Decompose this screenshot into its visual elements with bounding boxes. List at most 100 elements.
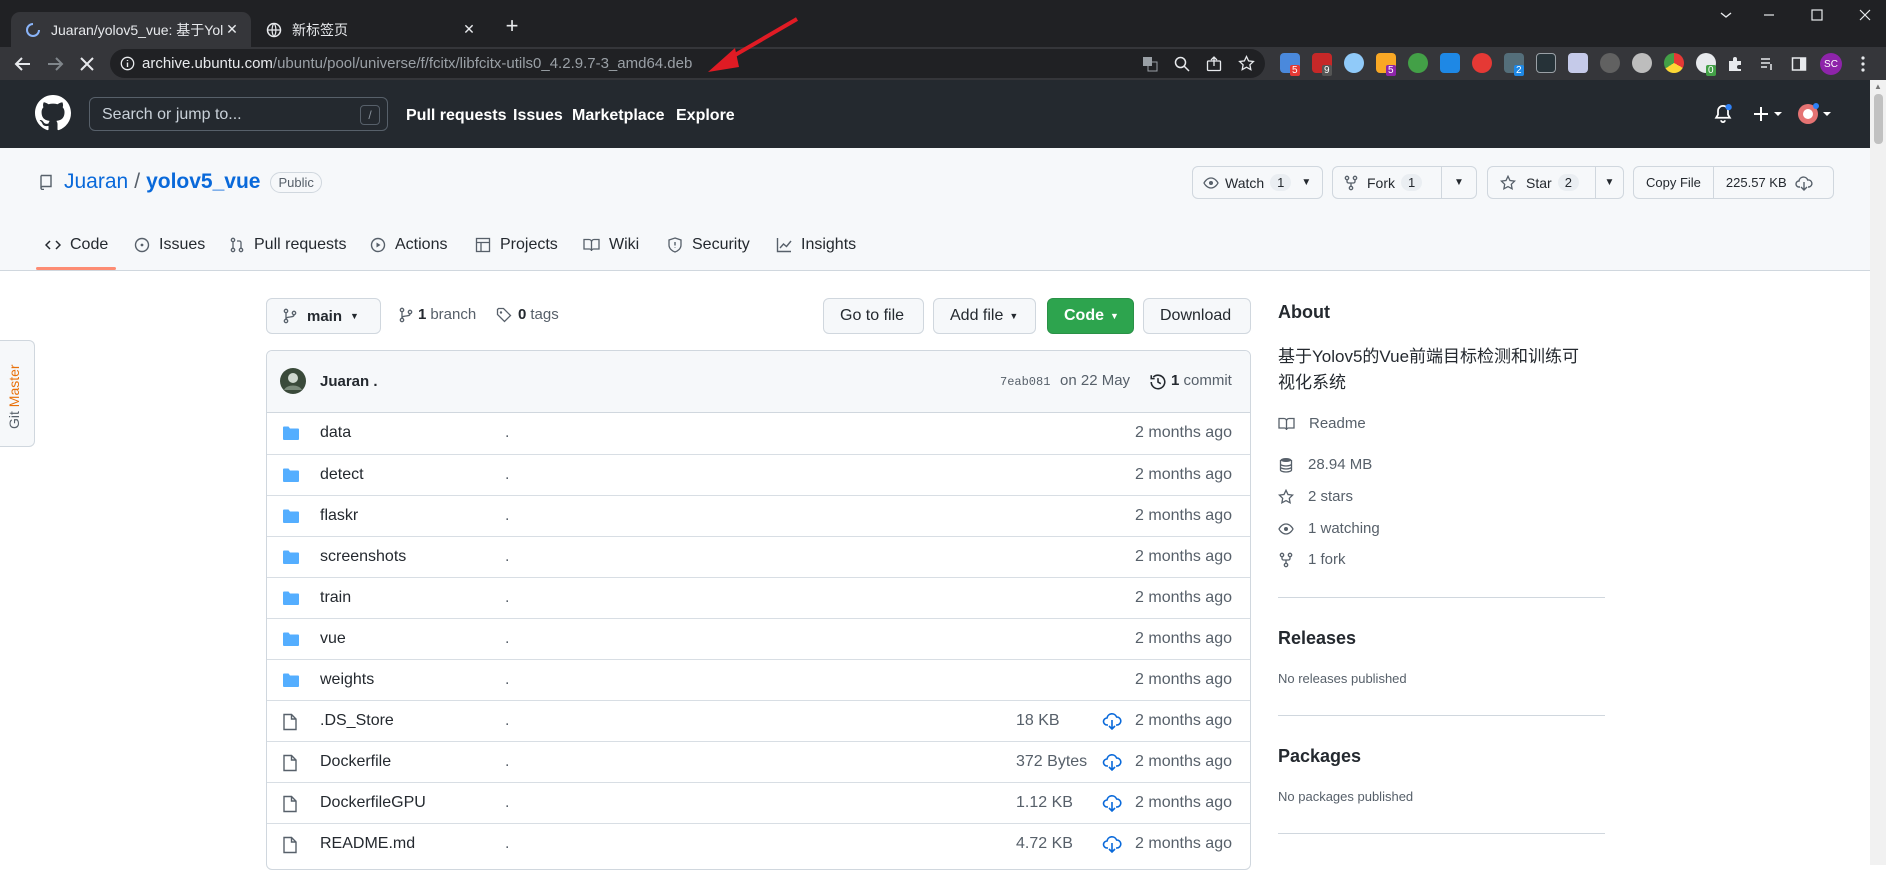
file-row[interactable]: README.md. 4.72 KB 2 months ago (267, 823, 1250, 864)
file-name[interactable]: README.md (320, 835, 415, 853)
nav-pull-requests[interactable]: Pull requests (406, 107, 506, 125)
forward-icon[interactable] (44, 53, 66, 75)
commits-link[interactable]: 1 commit (1171, 372, 1232, 389)
file-name[interactable]: data (320, 424, 351, 442)
commit-hash[interactable]: 7eab081 (1000, 375, 1050, 389)
download-cloud-icon[interactable] (1102, 835, 1122, 853)
tab-security[interactable]: Security (667, 234, 750, 256)
back-icon[interactable] (12, 53, 34, 75)
commit-message[interactable]: . (505, 507, 509, 525)
file-name[interactable]: weights (320, 671, 374, 689)
address-bar[interactable]: archive.ubuntu.com/ubuntu/pool/universe/… (110, 49, 1265, 78)
file-name[interactable]: DockerfileGPU (320, 794, 426, 812)
file-name[interactable]: .DS_Store (320, 712, 394, 730)
scrollbar-thumb[interactable] (1874, 94, 1883, 144)
share-icon[interactable] (1206, 56, 1222, 72)
extension-icon-5[interactable] (1408, 53, 1428, 73)
close-tab-icon[interactable]: ✕ (223, 21, 241, 39)
fork-dropdown-icon[interactable]: ▼ (1442, 177, 1476, 188)
copy-file-button[interactable]: Copy File (1634, 175, 1713, 190)
file-row[interactable]: data. 2 months ago (267, 413, 1250, 454)
file-row[interactable]: screenshots. 2 months ago (267, 536, 1250, 577)
file-row[interactable]: DockerfileGPU. 1.12 KB 2 months ago (267, 782, 1250, 823)
readme-link[interactable]: Readme (1278, 415, 1366, 432)
add-file-button[interactable]: Add file ▼ (933, 298, 1036, 334)
commit-message[interactable]: . (505, 671, 509, 689)
watch-button[interactable]: Watch 1 ▼ (1192, 166, 1323, 199)
commit-message[interactable]: . (505, 712, 509, 730)
commit-message[interactable]: . (505, 548, 509, 566)
download-cloud-icon[interactable] (1102, 753, 1122, 771)
fork-button[interactable]: Fork 1 ▼ (1332, 166, 1477, 199)
download-cloud-icon[interactable] (1102, 794, 1122, 812)
tab-pull-requests[interactable]: Pull requests (229, 234, 347, 256)
file-name[interactable]: train (320, 589, 351, 607)
tab-new[interactable]: 新标签页 ✕ (252, 12, 488, 47)
extension-icon-13[interactable] (1664, 53, 1684, 73)
go-to-file-button[interactable]: Go to file (823, 298, 924, 334)
file-name[interactable]: screenshots (320, 548, 406, 566)
git-master-widget[interactable]: Git Master (0, 340, 35, 447)
nav-issues[interactable]: Issues (513, 107, 563, 125)
download-cloud-icon[interactable] (1102, 712, 1122, 730)
repo-owner-link[interactable]: Juaran (64, 170, 128, 194)
commit-message[interactable]: . (505, 630, 509, 648)
releases-title[interactable]: Releases (1278, 628, 1356, 649)
extension-icon-6[interactable] (1440, 53, 1460, 73)
branches-link[interactable]: 1 branch (399, 306, 476, 323)
commit-message[interactable]: . (505, 794, 509, 812)
repo-name-link[interactable]: yolov5_vue (146, 170, 260, 194)
file-row[interactable]: vue. 2 months ago (267, 618, 1250, 659)
file-row[interactable]: .DS_Store. 18 KB 2 months ago (267, 700, 1250, 741)
star-dropdown-icon[interactable]: ▼ (1596, 177, 1623, 188)
packages-title[interactable]: Packages (1278, 746, 1361, 767)
bell-icon[interactable] (1713, 104, 1733, 124)
branch-select[interactable]: main ▼ (266, 298, 381, 334)
file-name[interactable]: flaskr (320, 507, 358, 525)
commit-message[interactable]: . (505, 589, 509, 607)
watching-link[interactable]: 1 watching (1278, 520, 1380, 537)
file-name[interactable]: Dockerfile (320, 753, 391, 771)
extension-icon-3[interactable] (1344, 53, 1364, 73)
avatar[interactable] (280, 368, 306, 394)
tab-insights[interactable]: Insights (776, 234, 856, 256)
tab-projects[interactable]: Projects (475, 234, 558, 256)
avatar[interactable] (1797, 103, 1835, 125)
menu-kebab-icon[interactable] (1852, 53, 1874, 75)
maximize-icon[interactable] (1790, 0, 1844, 30)
file-name[interactable]: detect (320, 466, 364, 484)
extension-icon-12[interactable] (1632, 53, 1652, 73)
file-row[interactable]: weights. 2 months ago (267, 659, 1250, 700)
tab-wiki[interactable]: Wiki (583, 234, 639, 256)
nav-marketplace[interactable]: Marketplace (572, 107, 665, 125)
page-scrollbar[interactable]: ▲ (1870, 80, 1886, 865)
tab-code[interactable]: Code (45, 234, 108, 256)
tab-github[interactable]: Juaran/yolov5_vue: 基于Yolov5 ✕ (11, 12, 251, 47)
close-window-icon[interactable] (1838, 0, 1886, 30)
commit-message[interactable]: . (505, 424, 509, 442)
commit-message[interactable]: . (505, 835, 509, 853)
star-button[interactable]: Star 2 ▼ (1487, 166, 1624, 199)
commit-message[interactable]: . (505, 466, 509, 484)
tags-link[interactable]: 0 tags (496, 306, 559, 323)
nav-explore[interactable]: Explore (676, 107, 735, 125)
commit-message[interactable]: . (505, 753, 509, 771)
extension-icon-11[interactable] (1600, 53, 1620, 73)
bookmark-star-icon[interactable] (1238, 55, 1255, 72)
tab-actions[interactable]: Actions (370, 234, 447, 256)
zoom-icon[interactable] (1174, 56, 1190, 72)
extension-icon-9[interactable] (1536, 53, 1556, 73)
stars-link[interactable]: 2 stars (1278, 488, 1353, 505)
new-tab-icon[interactable]: + (500, 13, 524, 38)
code-button[interactable]: Code ▼ (1047, 298, 1134, 334)
file-row[interactable]: train. 2 months ago (267, 577, 1250, 618)
plus-dropdown-icon[interactable] (1752, 104, 1786, 124)
github-logo-icon[interactable] (35, 95, 71, 131)
sidepanel-icon[interactable] (1788, 53, 1810, 75)
extension-icon-10[interactable] (1568, 53, 1588, 73)
tab-issues[interactable]: Issues (134, 234, 205, 256)
minimize-window-icon[interactable] (1742, 0, 1796, 30)
profile-avatar[interactable]: SC (1820, 53, 1842, 75)
file-name[interactable]: vue (320, 630, 346, 648)
file-row[interactable]: flaskr. 2 months ago (267, 495, 1250, 536)
